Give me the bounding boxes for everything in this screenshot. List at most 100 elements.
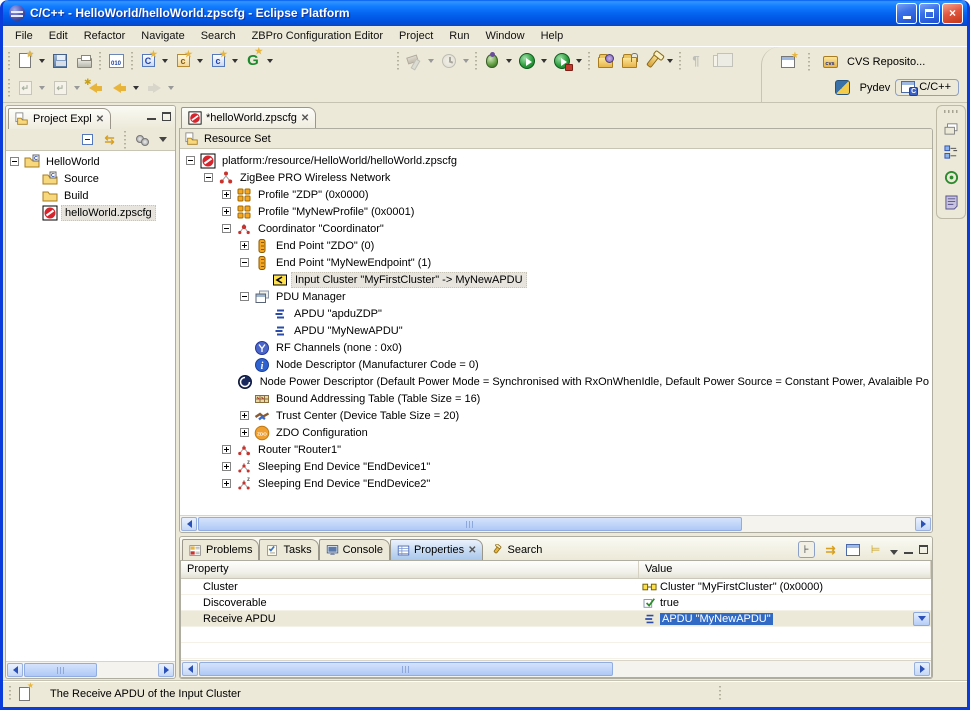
cvs-perspective-icon[interactable]: cvs [819,51,841,73]
tree-item-rf-channels[interactable]: RF Channels (none : 0x0) [180,339,932,356]
tree-item-bound-addressing-table[interactable]: Bound Addressing Table (Table Size = 16) [180,390,932,407]
cvs-perspective-label[interactable]: CVS Reposito... [847,56,925,68]
editor-hscrollbar[interactable] [180,515,932,532]
last-edit-location-icon[interactable]: ✱ [84,77,106,99]
print-icon[interactable] [73,50,95,72]
expander-icon[interactable] [222,224,231,233]
run-external-icon[interactable] [551,50,573,72]
target-icon[interactable] [944,170,959,185]
column-value[interactable]: Value [639,561,931,578]
outline-icon[interactable] [944,145,959,160]
tree-item-profile-mynewprofile[interactable]: Profile "MyNewProfile" (0x0001) [180,203,932,220]
open-element-folder-icon[interactable] [594,50,616,72]
new-wizard-dropdown[interactable] [39,59,45,63]
tree-item-zpscfg-file[interactable]: helloWorld.zpscfg [6,204,175,221]
new-class-icon[interactable]: c★ [172,50,194,72]
link-with-editor-icon[interactable]: ⇆ [100,131,117,148]
tree-item-node-power-descriptor[interactable]: Node Power Descriptor (Default Power Mod… [180,373,932,390]
expander-icon[interactable] [240,411,249,420]
scroll-right-icon[interactable] [915,517,931,531]
new-cpp-file-icon[interactable]: C★ [137,50,159,72]
tree-item-platform-resource[interactable]: platform:/resource/HelloWorld/helloWorld… [180,152,932,169]
run-icon[interactable] [516,50,538,72]
scroll-left-icon[interactable] [181,517,197,531]
close-button[interactable]: × [942,3,963,24]
restore-value-icon[interactable]: ⊨ [867,541,884,558]
tab-tasks[interactable]: Tasks [259,539,318,560]
build-config-icon[interactable]: G★ [242,50,264,72]
tree-item-router1[interactable]: Router "Router1" [180,441,932,458]
tree-item-pdu-manager[interactable]: PDU Manager [180,288,932,305]
tree-item-endpoint-mynewendpoint[interactable]: End Point "MyNewEndpoint" (1) [180,254,932,271]
back-icon[interactable] [108,77,130,99]
cpp-perspective-button[interactable]: C/C++ [895,79,959,96]
expander-icon[interactable] [222,479,231,488]
close-properties-icon[interactable]: ✕ [468,545,476,556]
tree-item-apdu-mynewapdu[interactable]: APDU "MyNewAPDU" [180,322,932,339]
expander-icon[interactable] [222,190,231,199]
binary-icon[interactable]: 010 [105,50,127,72]
pydev-perspective-label[interactable]: Pydev [860,82,891,94]
forward-icon[interactable] [143,77,165,99]
tree-item-build[interactable]: Build [6,187,175,204]
close-project-explorer-icon[interactable]: ✕ [96,114,104,125]
tab-project-explorer[interactable]: Project Expl ✕ [8,108,111,129]
menu-window[interactable]: Window [477,28,532,44]
new-wizard-icon[interactable]: ★ [14,50,36,72]
menu-zbpro-config-editor[interactable]: ZBPro Configuration Editor [244,28,391,44]
maximize-button[interactable] [919,3,940,24]
expander-icon[interactable] [10,157,19,166]
tree-item-helloworld[interactable]: C HelloWorld [6,153,175,170]
tree-item-enddevice1[interactable]: z Sleeping End Device "EndDevice1" [180,458,932,475]
new-cpp-file-dropdown[interactable] [162,59,168,63]
minimize-view-icon[interactable] [147,118,156,121]
pydev-perspective-icon[interactable] [832,77,854,99]
tree-item-profile-zdp[interactable]: Profile "ZDP" (0x0000) [180,186,932,203]
tree-mode-icon[interactable]: ⊦ [798,541,815,558]
build-config-dropdown[interactable] [267,59,273,63]
drag-handle[interactable] [944,110,958,113]
open-editor-icon[interactable] [709,50,731,72]
tab-helloworld-zpscfg[interactable]: *helloWorld.zpscfg ✕ [181,107,316,128]
hammer-build-icon[interactable] [403,50,425,72]
tree-item-input-cluster[interactable]: Input Cluster "MyFirstCluster" -> MyNewA… [180,271,932,288]
receive-apdu-value[interactable]: APDU "MyNewAPDU" [660,613,773,625]
minimize-button[interactable] [896,3,917,24]
tab-properties[interactable]: Properties ✕ [390,539,484,560]
menu-project[interactable]: Project [391,28,441,44]
run-external-dropdown[interactable] [576,59,582,63]
tree-item-zdo-configuration[interactable]: ZDO ZDO Configuration [180,424,932,441]
external-tools-clock-icon[interactable] [438,50,460,72]
new-c-project-dropdown[interactable] [232,59,238,63]
show-advanced-icon[interactable] [844,541,861,558]
menu-file[interactable]: File [7,28,41,44]
menu-run[interactable]: Run [441,28,477,44]
property-row-cluster[interactable]: Cluster Cluster "MyFirstCluster" (0x0000… [181,579,931,595]
menu-search[interactable]: Search [193,28,244,44]
tab-console[interactable]: Console [319,539,390,560]
sort-properties-icon[interactable]: ⇉ [821,541,838,558]
back-dropdown[interactable] [133,86,139,90]
property-row-receive-apdu[interactable]: Receive APDU APDU "MyNewAPDU" [181,611,931,627]
column-property[interactable]: Property [181,561,639,578]
expander-icon[interactable] [186,156,195,165]
notes-icon[interactable] [945,195,958,210]
scroll-left-icon[interactable] [7,663,23,677]
restore-windows-icon[interactable] [944,123,958,135]
new-class-dropdown[interactable] [197,59,203,63]
combo-dropdown-icon[interactable] [913,612,930,626]
debug-dropdown[interactable] [506,59,512,63]
tree-item-zigbee-network[interactable]: ZigBee PRO Wireless Network [180,169,932,186]
close-editor-icon[interactable]: ✕ [301,113,309,124]
save-icon[interactable] [49,50,71,72]
tree-item-enddevice2[interactable]: z Sleeping End Device "EndDevice2" [180,475,932,492]
search-dropdown[interactable] [667,59,673,63]
expander-icon[interactable] [222,462,231,471]
previous-annotation-icon[interactable] [49,77,71,99]
show-whitespace-icon[interactable]: ¶ [685,50,707,72]
search-flashlight-icon[interactable] [642,50,664,72]
maximize-view-icon[interactable] [162,112,171,121]
project-explorer-hscrollbar[interactable] [6,661,175,678]
tree-item-node-descriptor[interactable]: i Node Descriptor (Manufacturer Code = 0… [180,356,932,373]
collapse-all-icon[interactable] [79,131,96,148]
